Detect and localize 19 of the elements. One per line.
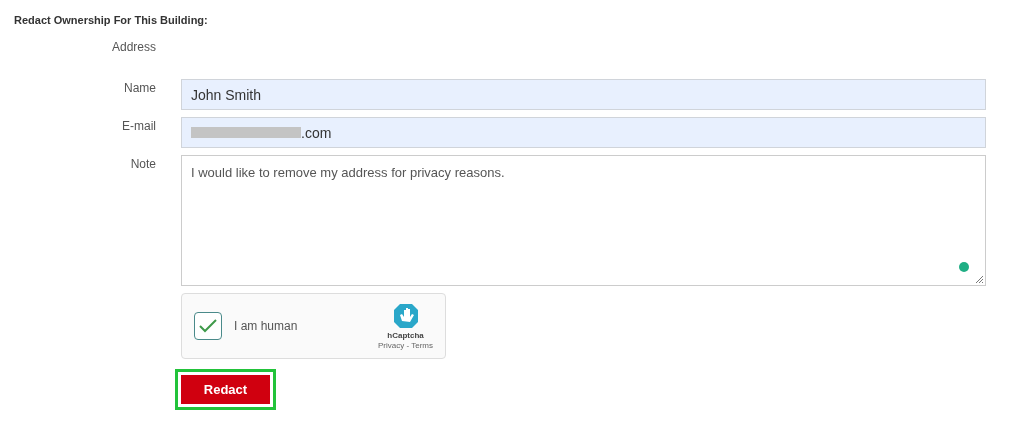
redact-button[interactable]: Redact: [181, 375, 270, 404]
captcha-brand: hCaptcha: [387, 331, 424, 340]
field-label: Note: [129, 156, 156, 173]
note-text: I would like to remove my address for privacy reasons.: [191, 165, 505, 180]
note-field[interactable]: I would like to remove my address for privacy reasons.: [181, 155, 986, 286]
field-label: Address: [110, 39, 156, 56]
captcha-label: I am human: [234, 319, 299, 333]
email-field[interactable]: .com: [181, 117, 986, 148]
status-dot-icon: [959, 262, 969, 272]
field-label: Name: [123, 80, 156, 97]
captcha-links[interactable]: Privacy - Terms: [378, 341, 433, 350]
email-suffix: .com: [301, 124, 332, 141]
form-heading: Redact Ownership For This Building:: [14, 14, 209, 26]
field-label: E-mail: [121, 118, 156, 135]
captcha-checkbox[interactable]: [194, 312, 222, 340]
name-field[interactable]: John Smith: [181, 79, 986, 110]
resize-grip-icon[interactable]: [975, 275, 984, 284]
checkmark-icon: [198, 318, 218, 334]
hand-logo-icon: [391, 302, 420, 330]
